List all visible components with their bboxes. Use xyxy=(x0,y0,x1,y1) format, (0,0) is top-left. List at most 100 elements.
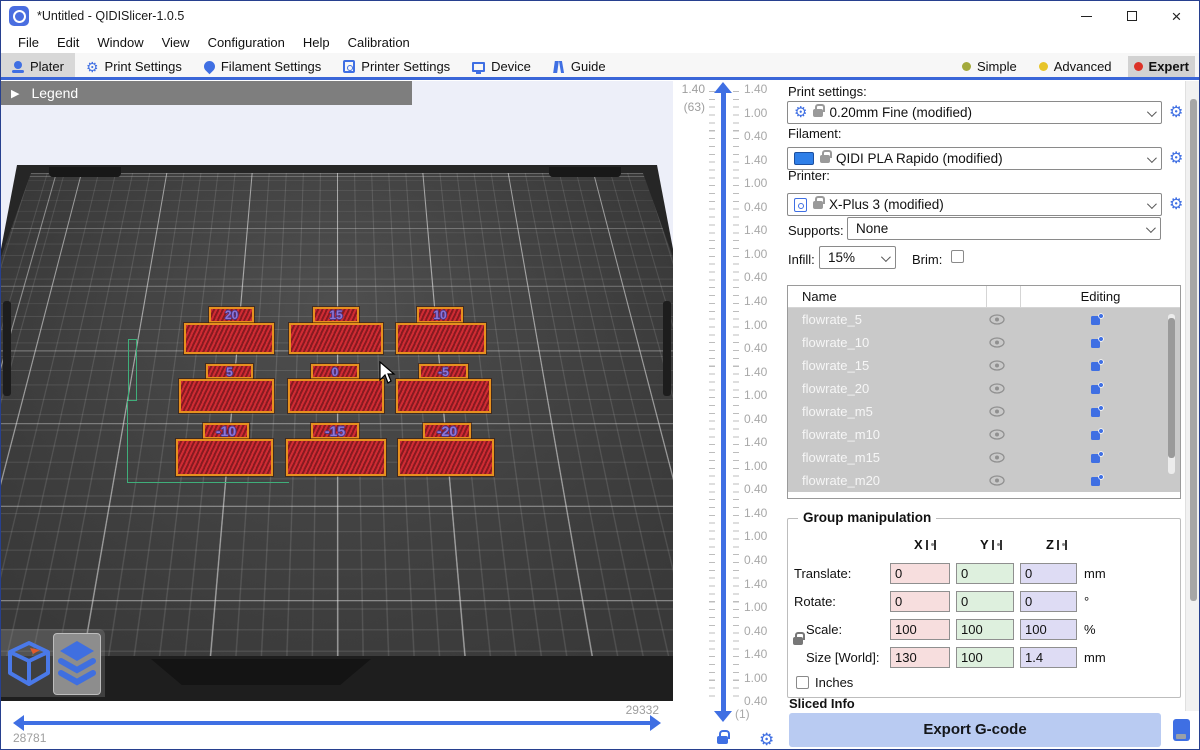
eye-icon[interactable] xyxy=(980,429,1014,440)
menu-file[interactable]: File xyxy=(9,35,48,50)
layer-slider-track[interactable] xyxy=(721,93,726,711)
editing-icon[interactable] xyxy=(1014,336,1180,349)
close-button[interactable]: × xyxy=(1154,1,1199,31)
tab-printer-settings[interactable]: Printer Settings xyxy=(332,53,461,80)
moves-slider-track[interactable] xyxy=(23,721,651,725)
brim-checkbox[interactable] xyxy=(951,250,964,263)
layer-slider-lower-thumb[interactable] xyxy=(714,711,732,722)
minimize-button[interactable] xyxy=(1064,1,1109,31)
mode-expert[interactable]: Expert xyxy=(1128,56,1195,77)
scale-x-input[interactable] xyxy=(890,619,950,640)
editing-icon[interactable] xyxy=(1014,428,1180,441)
layer-tick-label: 1.00 xyxy=(744,600,767,614)
name-column-header[interactable]: Name xyxy=(788,289,986,304)
menu-calibration[interactable]: Calibration xyxy=(339,35,419,50)
sidebar-scroll-thumb[interactable] xyxy=(1190,99,1197,601)
menu-help[interactable]: Help xyxy=(294,35,339,50)
infill-combo[interactable]: 15% xyxy=(819,246,896,269)
layer-slider-upper-thumb[interactable] xyxy=(714,82,732,93)
rotate-y-input[interactable] xyxy=(956,591,1014,612)
layer-tick-label: 1.40 xyxy=(744,435,767,449)
editing-icon[interactable] xyxy=(1014,405,1180,418)
editing-icon[interactable] xyxy=(1014,382,1180,395)
rotate-z-input[interactable] xyxy=(1020,591,1077,612)
object-list-scroll-thumb[interactable] xyxy=(1168,318,1175,458)
print-preset-combo[interactable]: ⚙ 0.20mm Fine (modified) xyxy=(787,101,1162,124)
menu-configuration[interactable]: Configuration xyxy=(199,35,294,50)
menu-edit[interactable]: Edit xyxy=(48,35,88,50)
layer-slider-gear-icon[interactable]: ⚙ xyxy=(759,731,774,748)
tab-guide[interactable]: Guide xyxy=(542,53,617,80)
tab-device[interactable]: Device xyxy=(461,53,542,80)
eye-icon[interactable] xyxy=(980,383,1014,394)
visibility-column-header[interactable] xyxy=(986,286,1020,307)
translate-z-input[interactable] xyxy=(1020,563,1077,584)
maximize-button[interactable] xyxy=(1109,1,1154,31)
sidebar-scrollbar[interactable] xyxy=(1185,81,1200,711)
rotate-label: Rotate: xyxy=(794,594,836,609)
tab-print-settings[interactable]: ⚙ Print Settings xyxy=(75,53,193,80)
translate-x-input[interactable] xyxy=(890,563,950,584)
legend-collapser[interactable]: ▶ Legend xyxy=(1,81,412,105)
plate-object-flowrate-m10[interactable]: -10 xyxy=(176,423,273,476)
translate-y-input[interactable] xyxy=(956,563,1014,584)
eye-icon[interactable] xyxy=(980,337,1014,348)
supports-combo[interactable]: None xyxy=(847,217,1161,240)
plate-object-flowrate-10[interactable]: 10 xyxy=(396,307,486,354)
print-bed-notch xyxy=(151,659,371,685)
plate-object-flowrate-5[interactable]: 5 xyxy=(179,364,274,413)
mode-simple[interactable]: Simple xyxy=(956,56,1023,77)
object-row-flowrate_m10[interactable]: flowrate_m10 xyxy=(788,423,1180,446)
plate-object-flowrate-m15[interactable]: -15 xyxy=(286,423,386,476)
inches-checkbox[interactable] xyxy=(796,676,809,689)
print-settings-gear-button[interactable]: ⚙ xyxy=(1169,105,1183,121)
tab-plater[interactable]: Plater xyxy=(1,53,75,80)
object-list-scrollbar[interactable] xyxy=(1168,314,1175,474)
eye-icon[interactable] xyxy=(980,475,1014,486)
scale-y-input[interactable] xyxy=(956,619,1014,640)
size-x-input[interactable] xyxy=(890,647,950,668)
object-row-flowrate_m20[interactable]: flowrate_m20 xyxy=(788,469,1180,492)
menu-window[interactable]: Window xyxy=(88,35,152,50)
eye-icon[interactable] xyxy=(980,314,1014,325)
layer-slider-lock-icon[interactable] xyxy=(717,736,728,744)
filament-settings-gear-button[interactable]: ⚙ xyxy=(1169,151,1183,167)
printer-preset-combo[interactable]: X-Plus 3 (modified) xyxy=(787,193,1162,216)
object-row-flowrate_m5[interactable]: flowrate_m5 xyxy=(788,400,1180,423)
plate-object-flowrate-0[interactable]: 0 xyxy=(288,364,384,413)
moves-slider-right-thumb[interactable] xyxy=(650,715,661,731)
plate-object-flowrate-20[interactable]: 20 xyxy=(184,307,274,354)
object-row-flowrate_10[interactable]: flowrate_10 xyxy=(788,331,1180,354)
object-row-flowrate_15[interactable]: flowrate_15 xyxy=(788,354,1180,377)
plate-object-flowrate-m20[interactable]: -20 xyxy=(398,423,494,476)
editing-icon[interactable] xyxy=(1014,474,1180,487)
tab-filament-settings[interactable]: Filament Settings xyxy=(193,53,332,80)
object-row-flowrate_m15[interactable]: flowrate_m15 xyxy=(788,446,1180,469)
editing-icon[interactable] xyxy=(1014,313,1180,326)
editing-icon[interactable] xyxy=(1014,451,1180,464)
menu-view[interactable]: View xyxy=(153,35,199,50)
export-to-usb-button[interactable] xyxy=(1165,713,1198,747)
export-gcode-button[interactable]: Export G-code xyxy=(789,713,1161,747)
preview-view-tile[interactable] xyxy=(53,633,101,695)
3d-view-cube-icon[interactable] xyxy=(6,639,52,689)
size-z-input[interactable] xyxy=(1020,647,1077,668)
filament-preset-combo[interactable]: QIDI PLA Rapido (modified) xyxy=(787,147,1162,170)
printer-settings-gear-button[interactable]: ⚙ xyxy=(1169,197,1183,213)
eye-icon[interactable] xyxy=(980,452,1014,463)
plate-object-flowrate-15[interactable]: 15 xyxy=(289,307,383,354)
editing-icon[interactable] xyxy=(1014,359,1180,372)
eye-icon[interactable] xyxy=(980,406,1014,417)
object-row-flowrate_5[interactable]: flowrate_5 xyxy=(788,308,1180,331)
mode-advanced[interactable]: Advanced xyxy=(1033,56,1118,77)
viewport-3d[interactable]: 20 15 10 5 0 -5 -10 -15 xyxy=(1,81,673,701)
layer-tick-label: 1.00 xyxy=(744,529,767,543)
uniform-scale-lock-icon[interactable] xyxy=(793,637,803,645)
rotate-x-input[interactable] xyxy=(890,591,950,612)
plate-object-flowrate-m5[interactable]: -5 xyxy=(396,364,491,413)
object-row-flowrate_20[interactable]: flowrate_20 xyxy=(788,377,1180,400)
editing-column-header[interactable]: Editing xyxy=(1020,286,1180,307)
eye-icon[interactable] xyxy=(980,360,1014,371)
scale-z-input[interactable] xyxy=(1020,619,1077,640)
size-y-input[interactable] xyxy=(956,647,1014,668)
